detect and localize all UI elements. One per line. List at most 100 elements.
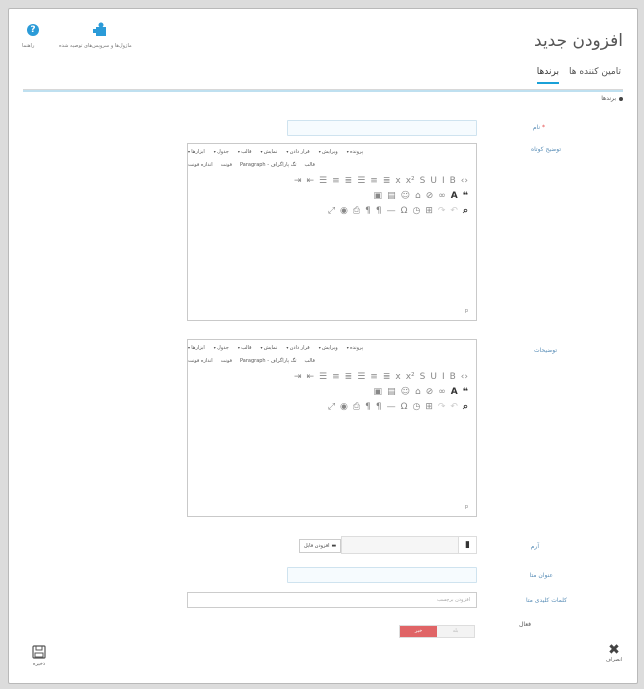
blockquote-icon[interactable]: ❝ (463, 387, 468, 397)
link-icon[interactable]: ∞ (438, 387, 446, 397)
horizontal-rule-icon[interactable]: — (387, 206, 396, 216)
numbered-list-icon[interactable]: ☰ (319, 372, 327, 382)
menu-edit[interactable]: ویرایش (319, 345, 338, 355)
code-icon[interactable]: ‹› (461, 372, 468, 382)
redo-icon[interactable]: ↷ (438, 206, 446, 216)
bullet-list-icon[interactable]: ≡ (332, 176, 340, 186)
fullscreen-icon[interactable]: ⤢ (328, 206, 335, 216)
menu-view[interactable]: نمایش (260, 149, 278, 159)
fullscreen-icon[interactable]: ⤢ (328, 402, 335, 412)
menu-file[interactable]: پرونده (347, 345, 363, 355)
menu-insert[interactable]: قرار دادن (286, 149, 310, 159)
bullet-list-icon[interactable]: ≡ (332, 372, 340, 382)
find-replace-icon[interactable]: ⌕ (463, 402, 468, 412)
align-justify-icon[interactable]: ≣ (345, 176, 353, 186)
preview-icon[interactable]: ◉ (340, 206, 348, 216)
undo-icon[interactable]: ↶ (450, 402, 458, 412)
toggle-yes[interactable]: بله (437, 626, 474, 637)
bold-icon[interactable]: B (450, 372, 456, 382)
font-size-select[interactable]: اندازه فونت (188, 162, 213, 173)
align-right-icon[interactable]: ☰ (357, 372, 365, 382)
strikethrough-icon[interactable]: S (420, 372, 426, 382)
subscript-icon[interactable]: x (395, 176, 400, 186)
redo-icon[interactable]: ↷ (438, 402, 446, 412)
emoticon-icon[interactable]: ☺ (401, 387, 410, 397)
help-icon[interactable]: ? (27, 24, 39, 36)
modules-label[interactable]: ماژول‌ها و سرویس‌های توصیه شده (59, 43, 132, 49)
name-input[interactable] (287, 120, 477, 136)
superscript-icon[interactable]: x² (406, 176, 415, 186)
image-icon[interactable]: ▣ (374, 191, 383, 201)
outdent-icon[interactable]: ⇤ (306, 176, 314, 186)
align-right-icon[interactable]: ☰ (357, 176, 365, 186)
italic-icon[interactable]: I (442, 372, 445, 382)
strikethrough-icon[interactable]: S (420, 176, 426, 186)
save-button[interactable]: ذخیره (29, 645, 49, 667)
indent-icon[interactable]: ⇥ (294, 372, 302, 382)
bookmark-icon[interactable]: ⌂ (415, 191, 421, 201)
breadcrumb-brands[interactable]: برندها (601, 95, 616, 102)
menu-table[interactable]: جدول (214, 149, 229, 159)
insert-time-icon[interactable]: ◷ (412, 402, 420, 412)
subscript-icon[interactable]: x (395, 372, 400, 382)
active-toggle[interactable]: خیر بله (399, 625, 475, 638)
code-icon[interactable]: ‹› (461, 176, 468, 186)
indent-icon[interactable]: ⇥ (294, 176, 302, 186)
paragraph-select[interactable]: تگ پاراگراف - Paragraph (240, 162, 297, 173)
table-icon[interactable]: ⊞ (425, 206, 433, 216)
menu-view[interactable]: نمایش (260, 345, 278, 355)
media-icon[interactable]: ▤ (387, 191, 396, 201)
unlink-icon[interactable]: ⊘ (426, 191, 434, 201)
print-icon[interactable]: ⎙ (353, 402, 360, 412)
blockquote-icon[interactable]: ❝ (463, 191, 468, 201)
logo-file-input[interactable]: ▮ (341, 536, 477, 554)
text-color-icon[interactable]: A (451, 387, 458, 397)
meta-title-input[interactable] (287, 567, 477, 583)
format-select[interactable]: قالب (304, 162, 314, 173)
link-icon[interactable]: ∞ (438, 191, 446, 201)
insert-time-icon[interactable]: ◷ (412, 206, 420, 216)
font-size-select[interactable]: اندازه فونت (188, 358, 213, 369)
tab-suppliers[interactable]: تامین کننده ها (569, 67, 621, 84)
media-icon[interactable]: ▤ (387, 387, 396, 397)
superscript-icon[interactable]: x² (406, 372, 415, 382)
menu-edit[interactable]: ویرایش (319, 149, 338, 159)
underline-icon[interactable]: U (430, 372, 437, 382)
meta-keywords-input[interactable]: افزودن برچسب (187, 592, 477, 608)
ltr-icon[interactable]: ¶ (365, 206, 371, 216)
menu-file[interactable]: پرونده (347, 149, 363, 159)
unlink-icon[interactable]: ⊘ (426, 387, 434, 397)
puzzle-icon[interactable] (93, 21, 109, 37)
menu-insert[interactable]: قرار دادن (286, 345, 310, 355)
menu-table[interactable]: جدول (214, 345, 229, 355)
image-icon[interactable]: ▣ (374, 387, 383, 397)
italic-icon[interactable]: I (442, 176, 445, 186)
preview-icon[interactable]: ◉ (340, 402, 348, 412)
tab-brands[interactable]: برندها (536, 67, 559, 84)
undo-icon[interactable]: ↶ (450, 206, 458, 216)
menu-format[interactable]: قالب (238, 345, 251, 355)
font-select[interactable]: فونت (221, 162, 232, 173)
horizontal-rule-icon[interactable]: — (387, 402, 396, 412)
menu-tools[interactable]: ابزارها (188, 149, 205, 159)
format-select[interactable]: قالب (304, 358, 314, 369)
table-icon[interactable]: ⊞ (425, 402, 433, 412)
add-file-button[interactable]: ▬ افزودن فایل (299, 539, 342, 553)
bookmark-icon[interactable]: ⌂ (415, 387, 421, 397)
numbered-list-icon[interactable]: ☰ (319, 176, 327, 186)
rtl-icon[interactable]: ¶ (376, 402, 382, 412)
paragraph-select[interactable]: تگ پاراگراف - Paragraph (240, 358, 297, 369)
menu-format[interactable]: قالب (238, 149, 251, 159)
align-justify-icon[interactable]: ≣ (345, 372, 353, 382)
short-description-editor[interactable]: پرونده ویرایش قرار دادن نمایش قالب جدول … (187, 143, 477, 321)
ltr-icon[interactable]: ¶ (365, 402, 371, 412)
outdent-icon[interactable]: ⇤ (306, 372, 314, 382)
find-replace-icon[interactable]: ⌕ (463, 206, 468, 216)
special-char-icon[interactable]: Ω (401, 206, 408, 216)
rtl-icon[interactable]: ¶ (376, 206, 382, 216)
align-center-icon[interactable]: ≡ (370, 176, 378, 186)
menu-tools[interactable]: ابزارها (188, 345, 205, 355)
emoticon-icon[interactable]: ☺ (401, 191, 410, 201)
text-color-icon[interactable]: A (451, 191, 458, 201)
align-left-icon[interactable]: ≣ (383, 372, 391, 382)
